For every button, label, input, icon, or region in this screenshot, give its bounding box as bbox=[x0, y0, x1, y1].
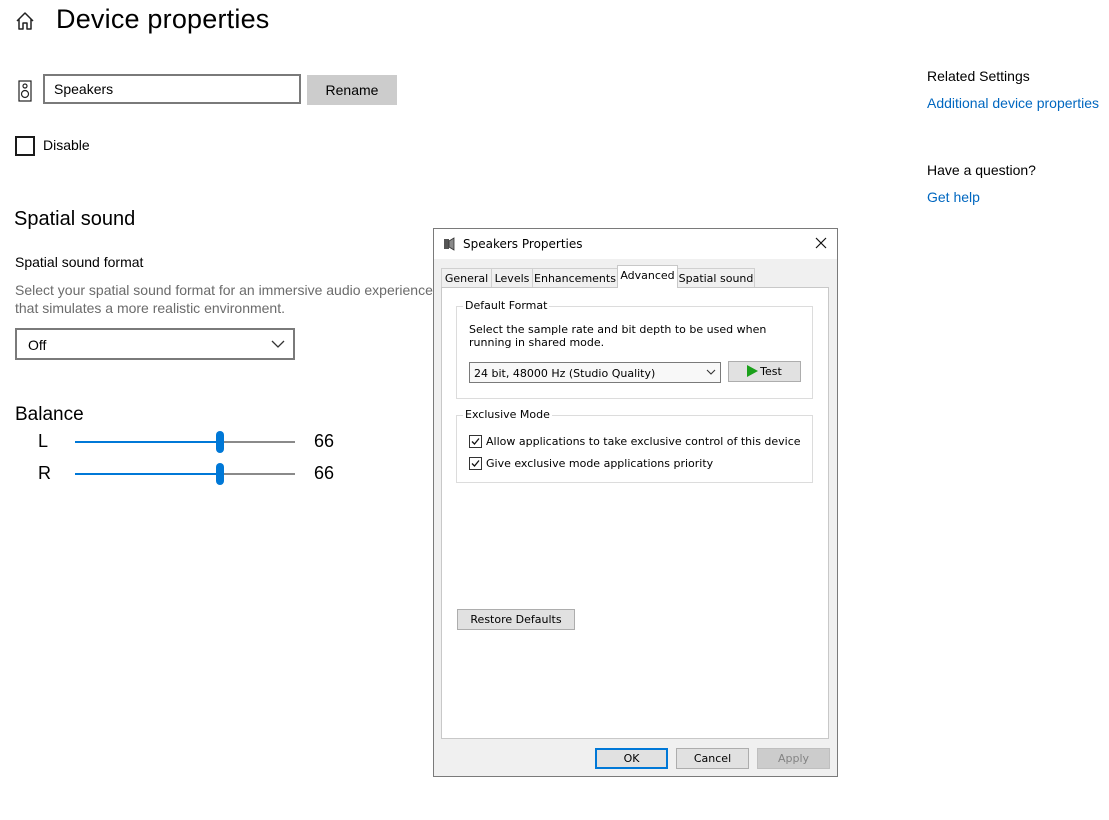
tab-general[interactable]: General bbox=[441, 268, 492, 287]
spatial-sound-title: Spatial sound bbox=[14, 208, 136, 230]
speaker-icon bbox=[18, 80, 32, 102]
spatial-sound-format-label: Spatial sound format bbox=[15, 254, 144, 270]
balance-right-slider[interactable] bbox=[75, 473, 295, 475]
balance-left-slider[interactable] bbox=[75, 441, 295, 443]
home-icon[interactable] bbox=[14, 10, 36, 32]
cancel-button[interactable]: Cancel bbox=[676, 748, 749, 769]
sample-format-value: 24 bit, 48000 Hz (Studio Quality) bbox=[474, 367, 656, 380]
dialog-title: Speakers Properties bbox=[463, 237, 583, 251]
balance-left-thumb[interactable] bbox=[216, 431, 225, 453]
default-format-description: Select the sample rate and bit depth to … bbox=[469, 323, 767, 349]
test-button-label: Test bbox=[760, 365, 782, 378]
speakers-properties-dialog: Speakers Properties General Levels Enhan… bbox=[433, 228, 838, 777]
balance-right-value: 66 bbox=[314, 463, 335, 483]
balance-right-label: R bbox=[38, 463, 51, 483]
tab-enhancements[interactable]: Enhancements bbox=[532, 268, 618, 287]
allow-exclusive-control-label: Allow applications to take exclusive con… bbox=[486, 435, 801, 448]
rename-button[interactable]: Rename bbox=[307, 75, 397, 105]
device-name-input[interactable] bbox=[43, 74, 301, 104]
spatial-sound-format-value: Off bbox=[28, 337, 47, 353]
chevron-down-icon bbox=[271, 340, 285, 348]
apply-button[interactable]: Apply bbox=[757, 748, 830, 769]
exclusive-mode-group: Exclusive Mode Allow applications to tak… bbox=[456, 408, 813, 483]
additional-device-properties-link[interactable]: Additional device properties bbox=[927, 95, 1099, 111]
spatial-sound-description: Select your spatial sound format for an … bbox=[15, 282, 433, 316]
balance-right-thumb[interactable] bbox=[216, 463, 225, 485]
disable-checkbox[interactable] bbox=[15, 136, 35, 156]
balance-left-label: L bbox=[38, 431, 49, 451]
sample-format-select[interactable]: 24 bit, 48000 Hz (Studio Quality) bbox=[469, 362, 721, 383]
page-title: Device properties bbox=[56, 4, 270, 34]
balance-right-fill bbox=[75, 473, 221, 475]
test-button[interactable]: Test bbox=[728, 361, 801, 382]
get-help-link[interactable]: Get help bbox=[927, 189, 980, 205]
allow-exclusive-control-checkbox[interactable] bbox=[469, 435, 482, 448]
ok-button[interactable]: OK bbox=[595, 748, 668, 769]
speaker-icon bbox=[444, 237, 455, 251]
related-settings-title: Related Settings bbox=[927, 68, 1030, 84]
tab-levels[interactable]: Levels bbox=[491, 268, 533, 287]
exclusive-mode-title: Exclusive Mode bbox=[463, 408, 552, 421]
checkmark-icon bbox=[471, 438, 480, 445]
tab-advanced[interactable]: Advanced bbox=[617, 265, 678, 288]
exclusive-priority-label: Give exclusive mode applications priorit… bbox=[486, 457, 714, 470]
play-icon bbox=[747, 365, 759, 377]
balance-left-value: 66 bbox=[314, 431, 335, 451]
spatial-sound-format-select[interactable]: Off bbox=[15, 328, 295, 360]
advanced-tab-panel: Default Format Select the sample rate an… bbox=[441, 287, 829, 739]
tab-spatial-sound[interactable]: Spatial sound bbox=[677, 268, 755, 287]
exclusive-priority-checkbox[interactable] bbox=[469, 457, 482, 470]
default-format-group: Default Format Select the sample rate an… bbox=[456, 299, 813, 399]
chevron-down-icon bbox=[706, 369, 716, 375]
question-title: Have a question? bbox=[927, 162, 1036, 178]
default-format-title: Default Format bbox=[463, 299, 550, 312]
balance-left-fill bbox=[75, 441, 221, 443]
restore-defaults-button[interactable]: Restore Defaults bbox=[457, 609, 575, 630]
close-icon[interactable] bbox=[813, 235, 829, 251]
checkmark-icon bbox=[471, 460, 480, 467]
disable-label: Disable bbox=[43, 137, 90, 153]
balance-title: Balance bbox=[15, 404, 84, 425]
dialog-titlebar[interactable]: Speakers Properties bbox=[434, 229, 837, 259]
